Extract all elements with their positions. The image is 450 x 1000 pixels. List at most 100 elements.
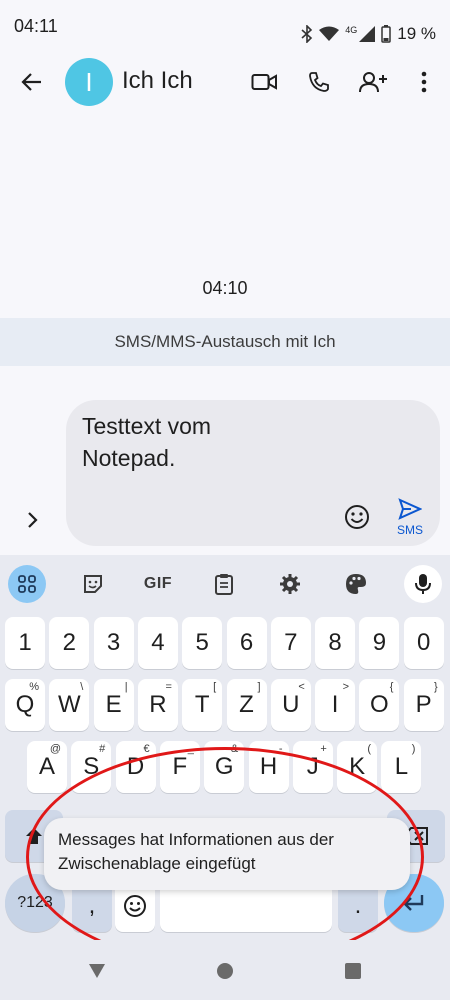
theme-button[interactable] [337,565,375,603]
more-vert-icon [421,71,427,93]
key-o[interactable]: O{ [359,679,400,731]
keyboard-settings-button[interactable] [271,565,309,603]
clipboard-toast: Messages hat Informationen aus der Zwisc… [44,818,410,890]
key-label: L [394,753,409,780]
key-label: Q [15,691,35,718]
key-d[interactable]: D € [115,741,156,793]
key-s[interactable]: S # [71,741,112,793]
key-p[interactable]: P} [403,679,444,731]
key-hint: # [99,743,106,755]
key-a[interactable]: A @ [27,741,67,793]
conversation-top-bar: I Ich Ich [0,52,450,112]
nav-home-button[interactable] [214,960,236,982]
key-label: S [83,753,100,780]
compose-text-line: Testtext vom [82,413,212,439]
clipboard-button[interactable] [205,565,243,603]
key-hint: € [143,743,150,755]
gif-button[interactable]: GIF [139,565,177,603]
cell-signal-icon [359,26,376,42]
key-label: 8 [328,629,342,656]
voice-input-button[interactable] [404,565,442,603]
contact-avatar[interactable]: I [65,58,113,106]
key-label: E [105,691,122,718]
key-label: 5 [195,629,209,656]
key-label: 4 [151,629,165,656]
key-6[interactable]: 6 [226,617,267,669]
key-1[interactable]: 1 [5,617,45,669]
key-2[interactable]: 2 [49,617,90,669]
key-label: 9 [372,629,387,656]
battery-icon [381,25,391,43]
key-9[interactable]: 9 [359,617,400,669]
nav-back-button[interactable] [86,960,108,982]
key-label: . [354,892,362,919]
key-hint: ] [257,681,261,693]
key-label: D [126,753,145,780]
key-hint: ) [411,743,416,755]
key-5[interactable]: 5 [182,617,223,669]
key-hint: + [320,743,327,755]
key-l[interactable]: L) [381,741,422,793]
key-z[interactable]: Z] [226,679,267,731]
key-q[interactable]: Q% [5,679,45,731]
emoji-button[interactable] [344,504,374,534]
key-w[interactable]: W \ [49,679,90,731]
key-0[interactable]: 0 [403,617,444,669]
gear-icon [280,574,300,594]
key-label: F [172,753,188,780]
message-timestamp: 04:10 [202,278,248,298]
send-sms-button[interactable]: SMS [388,498,432,542]
key-hint: > [342,681,350,693]
voice-call-button[interactable] [303,66,335,98]
overflow-menu-button[interactable] [408,66,440,98]
key-g[interactable]: G & [204,741,245,793]
sms-exchange-banner: SMS/MMS-Austausch mit Ich [0,318,450,366]
key-label: ?123 [17,894,53,911]
send-label: SMS [396,523,423,537]
compose-text-line: Notepad. [82,445,176,471]
expand-attachments-button[interactable] [20,506,46,534]
emoji-icon [345,505,369,529]
key-7[interactable]: 7 [270,617,311,669]
key-hint: = [165,681,172,693]
sticker-icon [84,575,102,593]
back-button[interactable] [16,66,48,98]
add-people-button[interactable] [358,66,390,98]
keyboard-toolbar: GIF [0,555,450,611]
key-3[interactable]: 3 [93,617,134,669]
key-i[interactable]: I > [315,679,356,731]
key-e[interactable]: E | [93,679,134,731]
key-hint: & [230,743,239,755]
key-t[interactable]: T[ [182,679,223,731]
key-h[interactable]: H- [248,741,289,793]
key-label: K [349,753,366,780]
emoji-icon [124,895,146,917]
enter-icon [403,895,424,911]
nav-recents-button[interactable] [342,960,364,982]
compose-text[interactable]: Testtext vom Notepad. [82,410,332,474]
key-label: 1 [18,629,32,656]
compose-field[interactable]: Testtext vom Notepad. SMS [66,400,440,546]
key-u[interactable]: U < [270,679,311,731]
contact-name[interactable]: Ich Ich [122,67,193,95]
key-f[interactable]: F _ [159,741,200,793]
person-add-icon [359,72,387,93]
key-j[interactable]: J + [292,741,333,793]
key-8[interactable]: 8 [315,617,356,669]
key-label: J [306,753,319,780]
system-navigation-bar [0,940,450,1000]
key-k[interactable]: K( [337,741,378,793]
key-4[interactable]: 4 [137,617,178,669]
key-label: O [370,691,389,718]
key-label: W [57,691,81,718]
key-hint: _ [187,743,194,755]
sticker-button[interactable] [74,565,112,603]
triangle-down-icon [89,964,105,978]
key-label: 7 [284,629,298,656]
wifi-icon [319,26,340,41]
key-r[interactable]: R = [137,679,178,731]
apps-grid-button[interactable] [8,565,46,603]
video-call-button[interactable] [248,66,280,98]
key-label: 2 [62,629,76,656]
send-icon [398,498,423,520]
